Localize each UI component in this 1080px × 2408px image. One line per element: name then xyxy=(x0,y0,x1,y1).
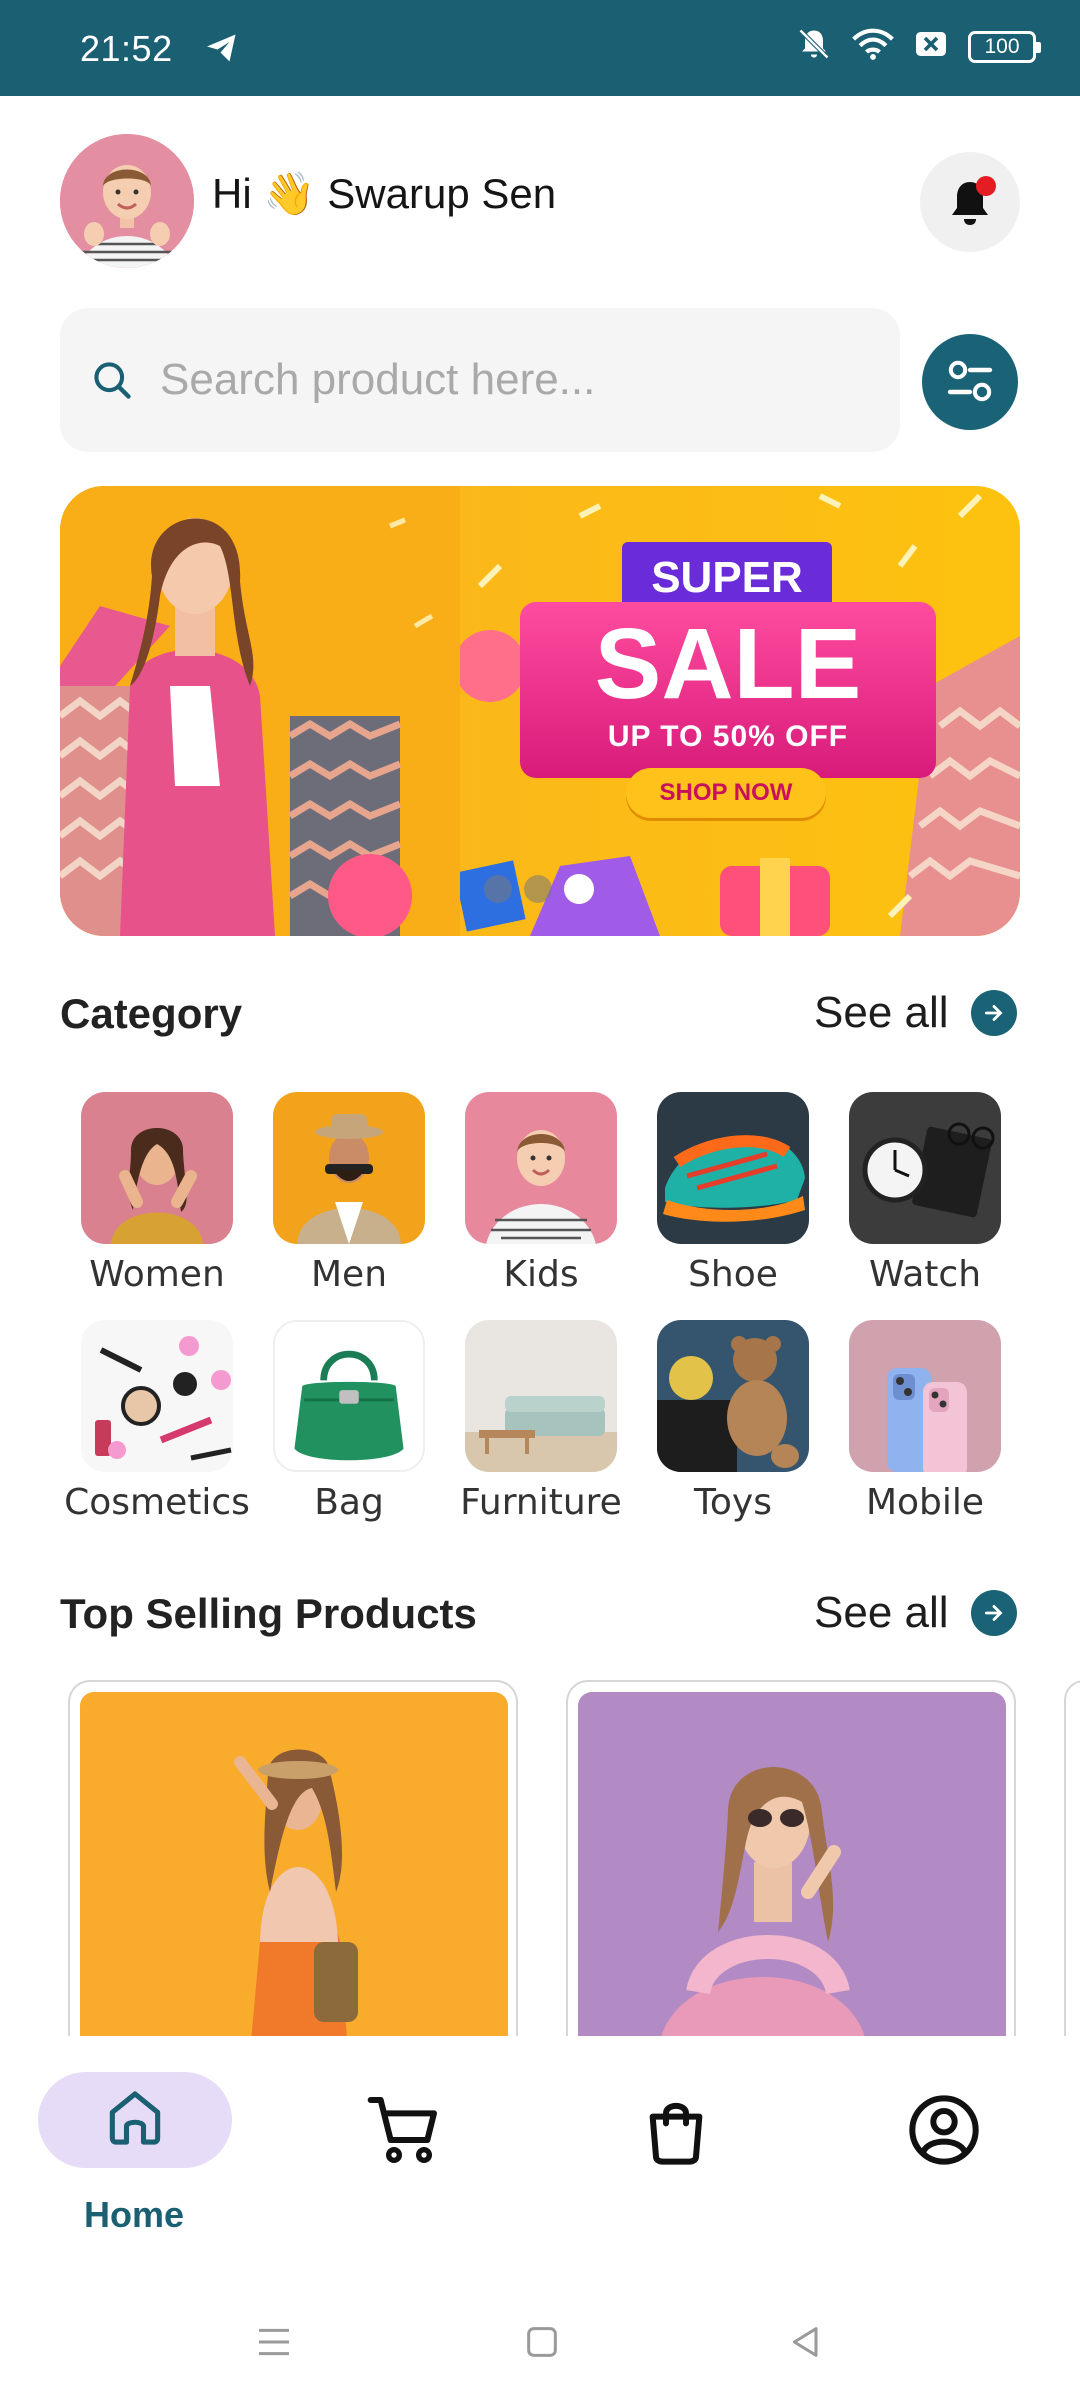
menu-icon[interactable] xyxy=(254,2322,294,2367)
filter-icon xyxy=(946,360,994,409)
nav-home-label: Home xyxy=(84,2194,185,2235)
profile-icon xyxy=(904,2095,984,2174)
home-square-icon[interactable] xyxy=(522,2322,562,2367)
sim-x-icon xyxy=(914,29,948,64)
category-bag-image xyxy=(273,1320,425,1472)
nav-profile-button[interactable] xyxy=(904,2090,984,2175)
status-bar: 21:52 100 xyxy=(0,0,1080,96)
carousel-dot-active[interactable] xyxy=(564,874,594,904)
nav-orders-button[interactable] xyxy=(636,2090,716,2175)
greeting-text: Hi 👋 Swarup Sen xyxy=(212,170,557,217)
category-cosmetics[interactable]: Cosmetics xyxy=(62,1320,252,1523)
product-card[interactable] xyxy=(566,1680,1016,2040)
product-image xyxy=(80,1692,508,2040)
category-toys[interactable]: Toys xyxy=(638,1320,828,1523)
nav-cart-button[interactable] xyxy=(364,2090,444,2175)
shop-now-button[interactable]: SHOP NOW xyxy=(626,768,826,818)
telegram-icon xyxy=(204,30,240,71)
arrow-right-icon xyxy=(970,1590,1017,1636)
wifi-icon xyxy=(852,27,894,66)
category-furniture[interactable]: Furniture xyxy=(446,1320,636,1523)
product-image xyxy=(578,1692,1006,2040)
category-cosmetics-image xyxy=(81,1320,233,1472)
category-bag[interactable]: Bag xyxy=(254,1320,444,1523)
nav-home-button[interactable] xyxy=(38,2072,232,2168)
category-watch[interactable]: Watch xyxy=(830,1092,1020,1295)
status-time: 21:52 xyxy=(80,28,173,69)
carousel-indicator xyxy=(484,874,594,904)
category-men[interactable]: Men xyxy=(254,1092,444,1295)
category-kids-image xyxy=(465,1092,617,1244)
search-bar[interactable] xyxy=(60,308,900,452)
banner-model-image xyxy=(60,486,460,936)
carousel-dot[interactable] xyxy=(524,875,552,903)
category-women[interactable]: Women xyxy=(62,1092,252,1295)
shopping-bag-icon xyxy=(636,2102,716,2174)
category-mobile-image xyxy=(849,1320,1001,1472)
see-all-label: See all xyxy=(814,988,949,1037)
category-toys-image xyxy=(657,1320,809,1472)
see-all-label: See all xyxy=(814,1588,949,1637)
filter-button[interactable] xyxy=(922,334,1018,430)
product-card[interactable] xyxy=(68,1680,518,2040)
category-shoe[interactable]: Shoe xyxy=(638,1092,828,1295)
category-label: Men xyxy=(310,1254,388,1295)
promo-banner[interactable]: SUPER SALE UP TO 50% OFF SHOP NOW xyxy=(60,486,1020,936)
category-watch-image xyxy=(849,1092,1001,1244)
category-label: Bag xyxy=(314,1482,384,1523)
back-icon[interactable] xyxy=(786,2322,826,2367)
category-label: Toys xyxy=(694,1482,772,1523)
top-selling-see-all-link[interactable]: See all xyxy=(814,1588,1017,1638)
system-navigation-bar xyxy=(0,2290,1080,2408)
avatar[interactable] xyxy=(60,134,194,268)
battery-indicator: 100 xyxy=(968,30,1041,63)
category-women-image xyxy=(81,1092,233,1244)
sale-box: SALE UP TO 50% OFF xyxy=(520,602,936,778)
category-label: Mobile xyxy=(865,1482,985,1523)
category-see-all-link[interactable]: See all xyxy=(814,988,1017,1038)
category-label: Women xyxy=(89,1254,225,1295)
notification-button[interactable] xyxy=(920,152,1020,252)
category-label: Kids xyxy=(503,1254,579,1295)
mute-bell-icon xyxy=(796,26,832,67)
top-selling-title: Top Selling Products xyxy=(60,1590,477,1637)
category-men-image xyxy=(273,1092,425,1244)
category-label: Shoe xyxy=(688,1254,778,1295)
category-label: Cosmetics xyxy=(64,1482,250,1523)
carousel-dot[interactable] xyxy=(484,875,512,903)
notification-badge xyxy=(976,176,996,196)
category-furniture-image xyxy=(465,1320,617,1472)
category-label: Watch xyxy=(868,1254,982,1295)
discount-label: UP TO 50% OFF xyxy=(607,720,849,753)
sale-label: SALE xyxy=(594,608,862,720)
category-mobile[interactable]: Mobile xyxy=(830,1320,1020,1523)
category-shoe-image xyxy=(657,1092,809,1244)
search-input[interactable] xyxy=(160,344,860,416)
cart-icon xyxy=(364,2097,444,2174)
arrow-right-icon xyxy=(970,990,1017,1036)
search-icon xyxy=(90,358,134,407)
bottom-navigation: Home xyxy=(0,2036,1080,2268)
product-card-partial[interactable] xyxy=(1064,1680,1080,2040)
home-icon xyxy=(101,2084,169,2157)
category-title: Category xyxy=(60,990,243,1037)
category-label: Furniture xyxy=(460,1482,622,1523)
category-kids[interactable]: Kids xyxy=(446,1092,636,1295)
sale-badge: SUPER SALE UP TO 50% OFF SHOP NOW xyxy=(520,542,940,832)
status-icons: 100 xyxy=(796,26,1041,67)
